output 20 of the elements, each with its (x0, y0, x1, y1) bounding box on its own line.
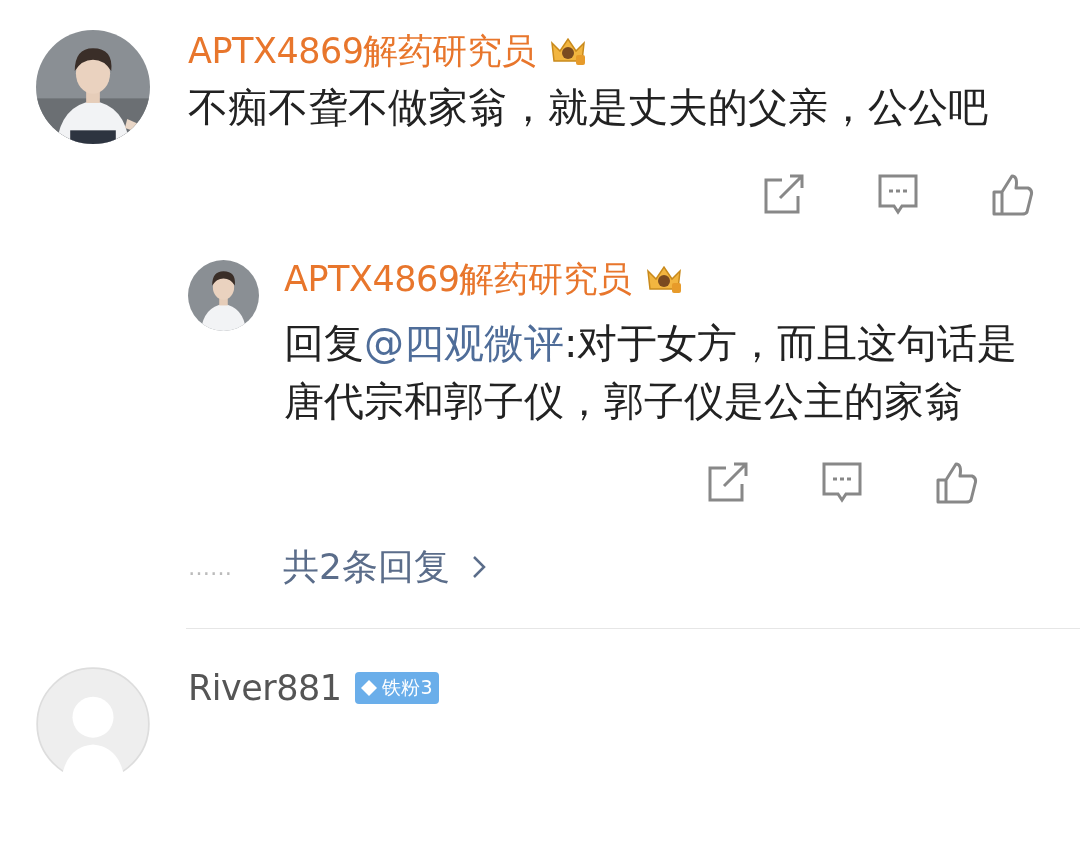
user-name[interactable]: River881 (188, 668, 342, 708)
user-name[interactable]: APTX4869解药研究员 (188, 27, 536, 75)
crown-icon (644, 263, 684, 295)
crown-icon (548, 35, 588, 67)
more-replies-link[interactable]: 共2条回复 (283, 542, 450, 592)
mention-link[interactable]: @四观微评 (364, 320, 564, 366)
chevron-icon[interactable] (471, 555, 486, 579)
comment-icon[interactable] (820, 460, 864, 504)
avatar-icon (36, 667, 150, 781)
like-icon[interactable] (934, 460, 978, 504)
comment-icon[interactable] (876, 172, 920, 216)
like-icon[interactable] (990, 172, 1034, 216)
share-icon[interactable] (762, 172, 806, 216)
user-name[interactable]: APTX4869解药研究员 (284, 255, 632, 303)
reply-text: 回复@四观微评:对于女方，而且这句话是唐代宗和郭子仪，郭子仪是公主的家翁 (284, 319, 1019, 426)
diamond-icon (359, 678, 380, 698)
badge-label: 铁粉3 (382, 675, 433, 700)
share-icon[interactable] (706, 460, 750, 504)
ellipsis: …… (188, 554, 233, 580)
comment-text: 不痴不聋不做家翁，就是丈夫的父亲，公公吧 (188, 83, 989, 132)
